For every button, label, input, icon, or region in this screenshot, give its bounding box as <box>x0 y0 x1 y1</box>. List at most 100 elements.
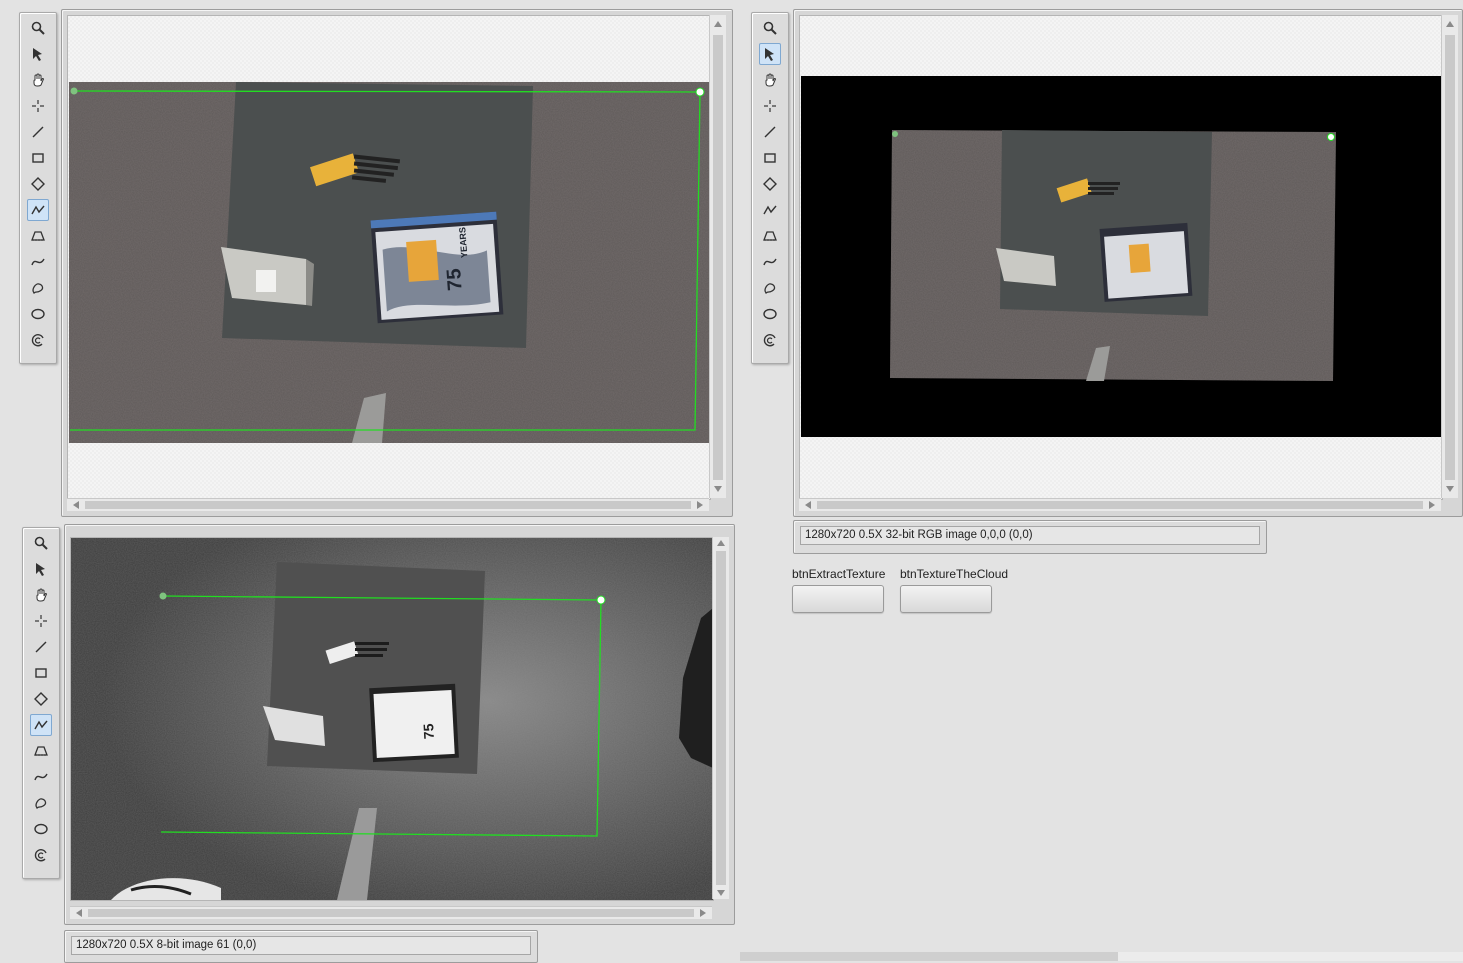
pointer-icon <box>765 48 774 61</box>
tool-oval[interactable] <box>30 818 52 840</box>
freeregion-icon <box>764 283 776 294</box>
tool-freeline[interactable] <box>27 251 49 273</box>
pan-hand-icon <box>765 73 777 87</box>
extract-texture-button[interactable] <box>792 585 884 613</box>
tool-line[interactable] <box>30 636 52 658</box>
tool-annulus[interactable] <box>30 844 52 866</box>
rotated-rect-icon <box>31 177 45 191</box>
freeline-icon <box>763 258 777 266</box>
vertical-scrollbar[interactable] <box>709 15 726 498</box>
tool-rectangle[interactable] <box>759 147 781 169</box>
tool-zoom[interactable] <box>759 17 781 39</box>
image-info-text: 1280x720 0.5X 32-bit RGB image 0,0,0 (0,… <box>800 526 1260 545</box>
tool-pointer[interactable] <box>759 43 781 65</box>
scroll-left-icon[interactable] <box>76 909 82 917</box>
annulus-icon <box>31 334 44 347</box>
tool-zoom[interactable] <box>27 17 49 39</box>
crosshair-icon <box>32 100 44 112</box>
horizontal-scrollbar[interactable] <box>67 498 709 511</box>
horizontal-scrollbar[interactable] <box>70 906 712 919</box>
crosshair-icon <box>35 615 47 627</box>
scroll-down-icon[interactable] <box>714 486 722 492</box>
zoom-icon <box>763 21 777 35</box>
roi-vertex[interactable] <box>159 592 167 600</box>
tool-zoom[interactable] <box>30 532 52 554</box>
tool-palette-top-right <box>751 12 789 364</box>
tool-rotated-rect[interactable] <box>30 688 52 710</box>
scroll-thumb[interactable] <box>817 501 1423 509</box>
scroll-left-icon[interactable] <box>73 501 79 509</box>
scroll-down-icon[interactable] <box>1446 486 1454 492</box>
roi-vertex[interactable] <box>1327 133 1335 141</box>
display-label-top-right <box>792 0 942 6</box>
scroll-up-icon[interactable] <box>714 21 722 27</box>
texture-image-color[interactable] <box>800 16 1442 499</box>
tool-pan-hand[interactable] <box>27 69 49 91</box>
tool-freeregion[interactable] <box>27 277 49 299</box>
scroll-right-icon[interactable] <box>697 501 703 509</box>
camera-image-color[interactable]: 75 YEARS <box>68 16 710 499</box>
scroll-thumb[interactable] <box>85 501 691 509</box>
tool-freeline[interactable] <box>759 251 781 273</box>
tool-line[interactable] <box>759 121 781 143</box>
scroll-right-icon[interactable] <box>700 909 706 917</box>
crosshair-icon <box>764 100 776 112</box>
tool-crosshair[interactable] <box>759 95 781 117</box>
image-info-text: 1280x720 0.5X 8-bit image 61 (0,0) <box>71 936 531 955</box>
freeregion-icon <box>32 283 44 294</box>
freeregion-icon <box>35 798 47 809</box>
tool-oval[interactable] <box>759 303 781 325</box>
tool-polyline[interactable] <box>759 199 781 221</box>
roi-vertex[interactable] <box>892 131 898 137</box>
image-display-top-right <box>793 9 1463 517</box>
roi-vertex[interactable] <box>70 87 78 95</box>
annulus-icon <box>34 849 47 862</box>
tool-rotated-rect[interactable] <box>759 173 781 195</box>
tool-pan-hand[interactable] <box>30 584 52 606</box>
tool-polygon[interactable] <box>30 740 52 762</box>
tool-pointer[interactable] <box>27 43 49 65</box>
tool-pan-hand[interactable] <box>759 69 781 91</box>
scroll-thumb[interactable] <box>740 952 1118 961</box>
tool-crosshair[interactable] <box>27 95 49 117</box>
scroll-thumb[interactable] <box>713 35 723 480</box>
freeline-icon <box>31 258 45 266</box>
tool-polyline[interactable] <box>30 714 52 736</box>
tool-freeregion[interactable] <box>30 792 52 814</box>
tool-polygon[interactable] <box>27 225 49 247</box>
extract-texture-label: btnExtractTexture <box>792 567 886 581</box>
vertical-scrollbar[interactable] <box>1441 15 1458 498</box>
bottom-scroll-strip[interactable] <box>740 952 1463 961</box>
tool-freeline[interactable] <box>30 766 52 788</box>
tool-freeregion[interactable] <box>759 277 781 299</box>
tool-pointer[interactable] <box>30 558 52 580</box>
image-canvas-top-right <box>799 15 1443 500</box>
scroll-right-icon[interactable] <box>1429 501 1435 509</box>
camera-image-grayscale[interactable]: 75 <box>71 538 713 900</box>
tool-annulus[interactable] <box>759 329 781 351</box>
scroll-up-icon[interactable] <box>1446 21 1454 27</box>
horizontal-scrollbar[interactable] <box>799 498 1441 511</box>
texture-cloud-button[interactable] <box>900 585 992 613</box>
scroll-thumb[interactable] <box>88 909 694 917</box>
vertical-scrollbar[interactable] <box>712 537 729 899</box>
tool-rectangle[interactable] <box>30 662 52 684</box>
scroll-left-icon[interactable] <box>805 501 811 509</box>
tool-polyline[interactable] <box>27 199 49 221</box>
roi-vertex[interactable] <box>695 87 705 97</box>
tool-palette-top-left <box>19 12 57 364</box>
tool-line[interactable] <box>27 121 49 143</box>
scroll-thumb[interactable] <box>1445 35 1455 480</box>
pan-hand-icon <box>36 588 48 602</box>
tool-crosshair[interactable] <box>30 610 52 632</box>
tool-rotated-rect[interactable] <box>27 173 49 195</box>
oval-icon <box>34 823 48 835</box>
tool-annulus[interactable] <box>27 329 49 351</box>
tool-rectangle[interactable] <box>27 147 49 169</box>
tool-oval[interactable] <box>27 303 49 325</box>
roi-vertex[interactable] <box>596 595 606 605</box>
tool-polygon[interactable] <box>759 225 781 247</box>
scroll-down-icon[interactable] <box>717 890 725 896</box>
scroll-thumb[interactable] <box>716 551 726 885</box>
scroll-up-icon[interactable] <box>717 540 725 546</box>
